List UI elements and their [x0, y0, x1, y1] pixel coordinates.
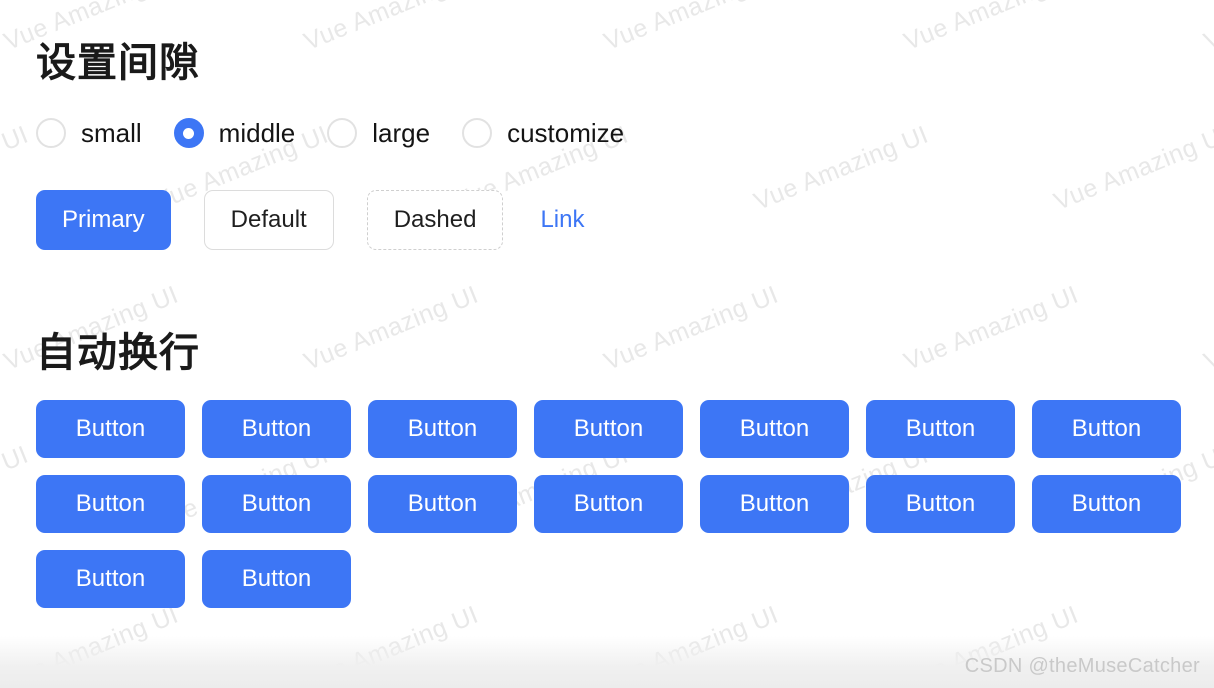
link-button[interactable]: Link — [536, 190, 588, 250]
wrap-grid-button[interactable]: Button — [368, 475, 517, 533]
watermark-text: Vue Amazing UI — [600, 0, 783, 56]
radio-circle-icon[interactable] — [327, 118, 358, 148]
radio-inner-dot-icon — [46, 128, 57, 139]
watermark-text: Vue Amazing UI — [300, 280, 483, 376]
primary-button[interactable]: Primary — [36, 190, 171, 250]
radio-inner-dot-icon — [472, 128, 483, 139]
wrap-grid-button[interactable]: Button — [36, 475, 185, 533]
wrap-grid-button[interactable]: Button — [700, 400, 849, 458]
button-type-row: Primary Default Dashed Link — [36, 190, 588, 250]
radio-label: large — [372, 118, 431, 148]
radio-circle-icon[interactable] — [462, 118, 493, 148]
gap-size-radio-group[interactable]: small middle large customize — [36, 118, 624, 148]
watermark-text: Vue Amazing UI — [900, 280, 1083, 376]
wrap-grid-button[interactable]: Button — [202, 400, 351, 458]
page-title-wrap: 自动换行 — [36, 331, 200, 375]
default-button[interactable]: Default — [203, 190, 334, 250]
radio-label: customize — [507, 118, 625, 148]
watermark-text: Vue Amazing UI — [0, 600, 183, 688]
wrap-grid-button[interactable]: Button — [1032, 475, 1181, 533]
watermark-text: Vue Amazing UI — [750, 120, 933, 216]
wrap-section-header: 自动换行 — [36, 320, 200, 378]
csdn-watermark: CSDN @theMuseCatcher — [964, 655, 1200, 677]
wrap-grid-button[interactable]: Button — [36, 400, 185, 458]
watermark-text: Vue Amazing UI — [300, 600, 483, 688]
radio-item-customize[interactable]: customize — [462, 118, 624, 148]
watermark-text: Vue Amazing UI — [1200, 601, 1214, 688]
wrap-grid-button[interactable]: Button — [866, 475, 1015, 533]
radio-label: small — [81, 118, 142, 148]
watermark-text: Vue Amazing UI — [300, 0, 483, 56]
wrap-grid-button[interactable]: Button — [36, 550, 185, 608]
wrap-grid-button[interactable]: Button — [202, 550, 351, 608]
radio-item-middle[interactable]: middle — [173, 118, 296, 148]
watermark-text: Vue Amazing UI — [1050, 120, 1214, 216]
watermark-text: Vue Amazing UI — [600, 600, 783, 688]
watermark-text: Vue Amazing UI — [1200, 0, 1214, 56]
wrap-button-grid: Button Button Button Button Button Button Butt… — [36, 400, 1196, 608]
gap-section-header: 设置间隙 — [36, 30, 200, 88]
wrap-grid-button[interactable]: Button — [368, 400, 517, 458]
watermark-text: Vue Amazing UI — [600, 280, 783, 376]
wrap-grid-button[interactable]: Button — [866, 400, 1015, 458]
page-title-gap: 设置间隙 — [36, 41, 200, 85]
watermark-text: Vue Amazing UI — [1200, 281, 1214, 376]
watermark-text: Vue Amazing UI — [900, 0, 1083, 56]
radio-item-small[interactable]: small — [36, 118, 142, 148]
radio-inner-dot-icon — [183, 127, 195, 139]
wrap-grid-button[interactable]: Button — [534, 400, 683, 458]
watermark-text: Vue Amazing UI — [0, 120, 33, 216]
radio-inner-dot-icon — [337, 128, 348, 139]
wrap-grid-button[interactable]: Button — [700, 475, 849, 533]
radio-circle-icon[interactable] — [36, 118, 66, 148]
wrap-grid-button[interactable]: Button — [1032, 400, 1181, 458]
wrap-grid-button[interactable]: Button — [202, 475, 351, 533]
watermark-text: Vue Amazing UI — [0, 440, 33, 536]
wrap-grid-button[interactable]: Button — [534, 475, 683, 533]
radio-circle-icon[interactable] — [173, 118, 204, 148]
dashed-button[interactable]: Dashed — [366, 190, 504, 250]
radio-item-large[interactable]: large — [327, 118, 430, 148]
radio-label: middle — [218, 118, 296, 148]
